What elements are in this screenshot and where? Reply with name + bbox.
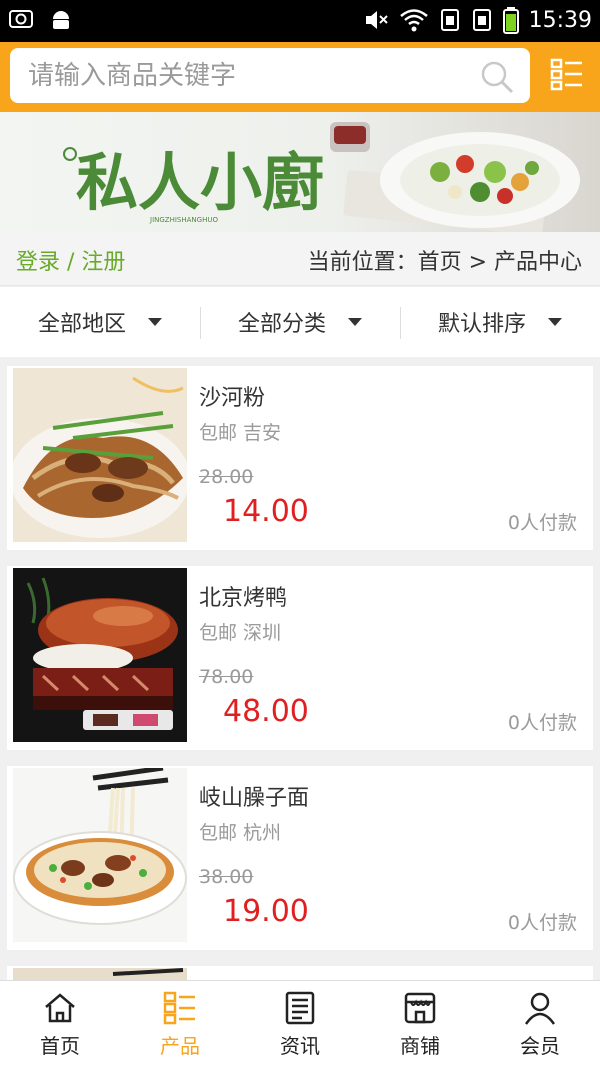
tab-label: 会员 [520,1033,560,1058]
tab-label: 产品 [160,1033,200,1058]
product-card[interactable]: 北京烤鸭 包邮 深圳 78.00 48.00 0人付款 [7,566,593,750]
sim-icon [440,9,459,31]
battery-icon [502,7,519,34]
banner-image: 私人小廚 JINGZHISHANGHUO [0,112,600,232]
news-icon [285,991,315,1024]
product-meta: 包邮 吉安 [199,422,282,444]
tab-label: 首页 [40,1033,80,1058]
login-register-link[interactable]: 登录 / 注册 [16,244,125,276]
tab-label: 资讯 [280,1033,320,1058]
product-meta: 包邮 深圳 [199,622,282,644]
filter-label: 全部地区 [37,312,126,337]
promo-banner[interactable]: 私人小廚 JINGZHISHANGHUO [0,112,600,232]
filter-label: 默认排序 [437,312,526,337]
home-icon [45,992,75,1022]
product-card[interactable]: 沙河粉 包邮 吉安 28.00 14.00 0人付款 [7,366,593,550]
search-header [0,42,600,112]
purchase-count: 0人付款 [507,512,577,534]
user-icon [524,992,556,1025]
sim-icon-2 [472,9,491,31]
tab-member[interactable]: 会员 [480,981,600,1067]
tab-shop[interactable]: 商铺 [360,981,480,1067]
wifi-icon [399,9,428,32]
mute-icon [365,11,388,29]
breadcrumb-bar: 登录 / 注册 当前位置：首页 > 产品中心 [0,232,600,286]
status-bar: 15:39 [0,0,600,42]
sale-price: 19.00 [223,894,309,929]
bottom-tab-bar: 首页 产品 资讯 商铺 会员 [0,980,600,1067]
breadcrumb: 当前位置：首页 > 产品中心 [307,250,582,275]
purchase-count: 0人付款 [507,912,577,934]
search-icon[interactable] [480,60,514,94]
product-name[interactable]: 沙河粉 [199,380,265,412]
original-price: 78.00 [199,666,254,688]
shop-icon [404,992,436,1023]
chevron-down-icon [548,318,562,326]
clock: 15:39 [528,7,592,33]
filter-label: 全部分类 [237,312,326,337]
search-box[interactable] [10,48,530,103]
sale-price: 48.00 [223,694,309,729]
svg-text:JINGZHISHANGHUO: JINGZHISHANGHUO [149,216,218,224]
svg-text:私人小廚: 私人小廚 [76,146,324,219]
product-card[interactable]: 岐山臊子面 包邮 杭州 38.00 19.00 0人付款 [7,766,593,950]
tab-label: 商铺 [400,1033,440,1058]
original-price: 28.00 [199,466,254,488]
tab-news[interactable]: 资讯 [240,981,360,1067]
product-image[interactable] [13,768,187,942]
sort-dropdown[interactable]: 默认排序 [400,287,600,357]
filter-category-dropdown[interactable]: 全部分类 [200,287,400,357]
search-input[interactable] [10,48,450,103]
filter-region-dropdown[interactable]: 全部地区 [0,287,200,357]
product-name[interactable]: 岐山臊子面 [199,780,309,812]
chevron-down-icon [148,318,162,326]
chevron-down-icon [348,318,362,326]
filter-bar: 全部地区 全部分类 默认排序 [0,287,600,357]
product-image[interactable] [13,568,187,742]
android-icon [53,11,69,29]
sale-price: 14.00 [223,494,309,529]
product-meta: 包邮 杭州 [199,822,282,844]
product-name[interactable]: 北京烤鸭 [199,580,287,612]
screenshot-icon [9,10,33,28]
purchase-count: 0人付款 [507,712,577,734]
product-image[interactable] [13,368,187,542]
grid-list-icon [163,991,195,1024]
original-price: 38.00 [199,866,254,888]
tab-home[interactable]: 首页 [0,981,120,1067]
tab-products[interactable]: 产品 [120,981,240,1067]
category-menu-icon[interactable] [550,58,584,92]
